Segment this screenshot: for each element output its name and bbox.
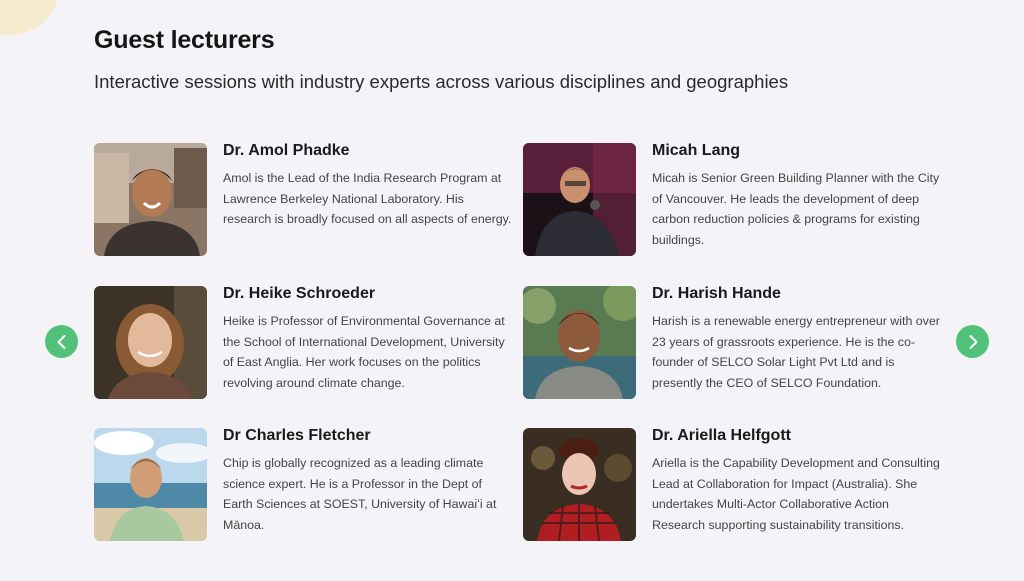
lecturer-photo: [94, 143, 207, 256]
carousel-prev-button[interactable]: [45, 325, 78, 358]
lecturer-bio: Heike is Professor of Environmental Gove…: [223, 314, 505, 391]
lecturer-bio: Micah is Senior Green Building Planner w…: [652, 171, 940, 248]
lecturer-bio: Chip is globally recognized as a leading…: [223, 456, 497, 533]
lecturer-bio: Ariella is the Capability Development an…: [652, 456, 940, 533]
chevron-right-icon: [969, 334, 977, 349]
lecturer-photo: [523, 143, 636, 256]
lecturer-name: Dr. Heike Schroeder: [223, 285, 376, 302]
lecturer-card: Dr. Amol Phadke Amol is the Lead of the …: [94, 142, 514, 268]
section-title: Guest lecturers: [94, 26, 275, 54]
portrait-image: [523, 428, 636, 541]
lecturer-photo: [94, 286, 207, 399]
portrait-image: [94, 286, 207, 399]
lecturer-photo: [523, 286, 636, 399]
lecturer-card: Dr. Harish Hande Harish is a renewable e…: [523, 285, 943, 411]
corner-decoration: [0, 0, 74, 50]
lecturer-name: Dr. Amol Phadke: [223, 142, 350, 159]
lecturer-bio: Harish is a renewable energy entrepreneu…: [652, 314, 940, 391]
lecturer-card: Dr. Ariella Helfgott Ariella is the Capa…: [523, 427, 943, 553]
chevron-left-icon: [57, 334, 65, 349]
portrait-image: [523, 143, 636, 256]
portrait-image: [94, 428, 207, 541]
lecturer-name: Dr Charles Fletcher: [223, 427, 371, 444]
lecturer-card: Dr Charles Fletcher Chip is globally rec…: [94, 427, 514, 553]
lecturer-card: Micah Lang Micah is Senior Green Buildin…: [523, 142, 943, 268]
lecturer-card: Dr. Heike Schroeder Heike is Professor o…: [94, 285, 514, 411]
lecturer-name: Dr. Harish Hande: [652, 285, 781, 302]
carousel-next-button[interactable]: [956, 325, 989, 358]
lecturer-name: Dr. Ariella Helfgott: [652, 427, 791, 444]
lecturer-photo: [94, 428, 207, 541]
portrait-image: [94, 143, 207, 256]
lecturer-name: Micah Lang: [652, 142, 741, 159]
lecturer-photo: [523, 428, 636, 541]
lecturer-bio: Amol is the Lead of the India Research P…: [223, 171, 512, 227]
section-subtitle: Interactive sessions with industry exper…: [94, 71, 789, 92]
portrait-image: [523, 286, 636, 399]
